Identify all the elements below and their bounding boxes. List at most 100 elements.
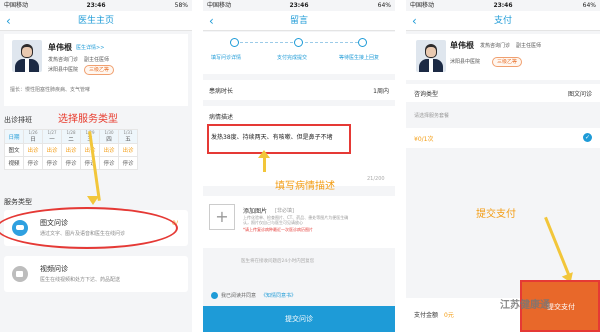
step-label: 支付完成提交 (277, 55, 308, 61)
clock: 23:46 (289, 2, 309, 9)
service-type-title: 服务类型 (4, 198, 32, 206)
checkbox-checked-icon[interactable] (211, 292, 218, 299)
watermark-text: 江苏健康通 (500, 300, 550, 311)
package-price: ¥0/1次 (414, 136, 434, 143)
annotation-arrow (544, 216, 571, 278)
nav-bar: ‹ 留言 (203, 11, 395, 31)
total-value: 0元 (444, 312, 454, 319)
status-bar: 中国移动 23:46 58% (0, 0, 192, 11)
doctor-card: 单伟根 发热咨询门诊 副主任医师 沭阳县中医院 三级乙等 (406, 34, 600, 80)
payment-screen: 中国移动 23:46 64% ‹ 支付 单伟根 发热咨询门诊 副主任医师 沭阳县… (406, 0, 600, 332)
schedule-cell[interactable]: 出诊 (23, 143, 43, 157)
agreement-link[interactable]: 《知情同意书》 (261, 292, 296, 299)
description-label: 病情描述 (209, 114, 234, 121)
schedule-cell: 停诊 (118, 156, 138, 170)
service-description: 医生在线视频和处方下达、药品配送 (40, 277, 121, 283)
page-title: 留言 (289, 16, 308, 26)
annotation-arrow-head (87, 196, 99, 205)
package-option[interactable]: ¥0/1次 ✓ (406, 128, 600, 148)
add-image-hint: 上传化验单、检查图片、CT、药品、患处等图片为便医生确认，照片仅自己与医生可见请… (243, 215, 349, 225)
schedule-table: 日期 1/26日 1/27一 1/28二 1/29三 1/30四 1/31五 图… (4, 129, 138, 170)
status-bar: 中国移动 23:46 64% (406, 0, 600, 11)
doctor-home-screen: 中国移动 23:46 58% ‹ 医生主页 单伟根 医生详情>> 发热咨询门诊 … (0, 0, 192, 332)
schedule-weekday: 二 (68, 137, 74, 143)
page-title: 支付 (493, 16, 512, 26)
schedule-cell: 停诊 (23, 156, 43, 170)
step-label: 等待医生接上回复 (339, 55, 380, 61)
reply-note: 医生将在接收问题后24小时内回复您 (241, 259, 315, 264)
battery-label: 64% (582, 2, 596, 9)
agree-text: 我已阅读并同意 (221, 293, 257, 299)
clock: 23:46 (493, 2, 513, 9)
total-label: 支付金额 (414, 312, 439, 319)
service-video-consult[interactable]: 视频问诊 医生在线视频和处方下达、药品配送 (4, 256, 188, 292)
schedule-cell: 停诊 (80, 156, 100, 170)
clock: 23:46 (86, 2, 106, 9)
schedule-cell: 停诊 (42, 156, 62, 170)
doctor-name: 单伟根 (450, 41, 474, 50)
battery-label: 64% (377, 2, 391, 9)
add-image-card: + 添加图片 [非必填] 上传化验单、检查图片、CT、药品、患处等图片为便医生确… (203, 196, 395, 248)
duration-label: 患病时长 (209, 88, 234, 95)
schedule-header-row: 日期 1/26日 1/27一 1/28二 1/29三 1/30四 1/31五 (4, 129, 138, 144)
doctor-rank: 副主任医师 (516, 43, 542, 49)
consult-type-row: 咨询类型 图文问诊 (406, 84, 600, 102)
annotation-select-service: 选择服务类型 (58, 114, 118, 125)
consult-type-label: 咨询类型 (414, 91, 439, 98)
annotation-highlight-box (207, 124, 351, 154)
schedule-weekday: 四 (106, 137, 112, 143)
schedule-date-header: 日期 (4, 129, 24, 144)
page-title: 医生主页 (77, 16, 114, 26)
doctor-specialty: 擅长：慢性阻塞性肺疾病、支气管哮 (10, 87, 91, 93)
hospital-name: 沭阳县中医院 (48, 67, 79, 73)
progress-steps: 填写问诊详情 支付完成提交 等待医生接上回复 (203, 32, 395, 74)
add-image-plus-icon[interactable]: + (209, 204, 235, 230)
screenshot-collage: 中国移动 23:46 58% ‹ 医生主页 单伟根 医生详情>> 发热咨询门诊 … (0, 0, 600, 332)
schedule-cell[interactable]: 出诊 (42, 143, 62, 157)
add-image-warning: *请上传复诊病种最近一次医诊病历图片 (243, 227, 313, 232)
doctor-name: 单伟根 (48, 43, 72, 52)
doctor-card[interactable]: 单伟根 医生详情>> 发热咨询门诊 副主任医师 沭阳县中医院 三级乙等 擅长：慢… (4, 34, 188, 106)
nav-bar: ‹ 医生主页 (0, 11, 192, 31)
schedule-cell[interactable]: 出诊 (99, 143, 119, 157)
step-label: 填写问诊详情 (211, 55, 242, 61)
doctor-detail-link[interactable]: 医生详情>> (76, 44, 104, 51)
schedule-title: 出诊排班 (4, 116, 32, 124)
check-circle-icon[interactable]: ✓ (583, 133, 592, 142)
hospital-level-badge: 三级乙等 (84, 65, 115, 75)
schedule-row-label: 视频 (4, 156, 24, 170)
annotation-submit-payment: 提交支付 (476, 209, 516, 220)
schedule-row-label: 图文 (4, 143, 24, 157)
step-dot (230, 38, 239, 47)
annotation-fill-description: 填写病情描述 (275, 181, 335, 192)
schedule-row-text: 图文 出诊 出诊 出诊 出诊 出诊 出诊 (4, 143, 138, 157)
step-dot (358, 38, 367, 47)
doctor-avatar (416, 40, 446, 72)
add-image-label: 添加图片 (243, 208, 268, 215)
annotation-highlight-ellipse (0, 207, 178, 249)
battery-label: 58% (174, 2, 188, 9)
char-counter: 21/200 (367, 176, 385, 182)
duration-row[interactable]: 患病时长 1周内 (203, 80, 395, 100)
schedule-cell: 停诊 (99, 156, 119, 170)
schedule-weekday: 日 (30, 137, 36, 143)
schedule-row-video: 视频 停诊 停诊 停诊 停诊 停诊 停诊 (4, 156, 138, 170)
message-screen: 中国移动 23:46 64% ‹ 留言 填写问诊详情 支付完成提交 等待医生接上… (203, 0, 395, 332)
hospital-name: 沭阳县中医院 (450, 59, 481, 65)
package-hint: 请选择服务套餐 (414, 113, 450, 119)
doctor-department: 发热咨询门诊 (48, 57, 79, 63)
status-bar: 中国移动 23:46 64% (203, 0, 395, 11)
consult-type-value: 图文问诊 (567, 91, 592, 98)
step-dot (294, 38, 303, 47)
schedule-weekday: 一 (49, 137, 55, 143)
schedule-cell[interactable]: 出诊 (61, 143, 81, 157)
doctor-department: 发热咨询门诊 (480, 43, 511, 49)
doctor-rank: 副主任医师 (84, 57, 110, 63)
doctor-avatar (12, 40, 42, 72)
schedule-cell[interactable]: 出诊 (118, 143, 138, 157)
submit-consult-button[interactable]: 提交问诊 (203, 306, 395, 332)
schedule-cell: 停诊 (61, 156, 81, 170)
nav-bar: ‹ 支付 (406, 11, 600, 31)
schedule-weekday: 五 (125, 137, 131, 143)
duration-value: 1周内 (373, 88, 389, 95)
